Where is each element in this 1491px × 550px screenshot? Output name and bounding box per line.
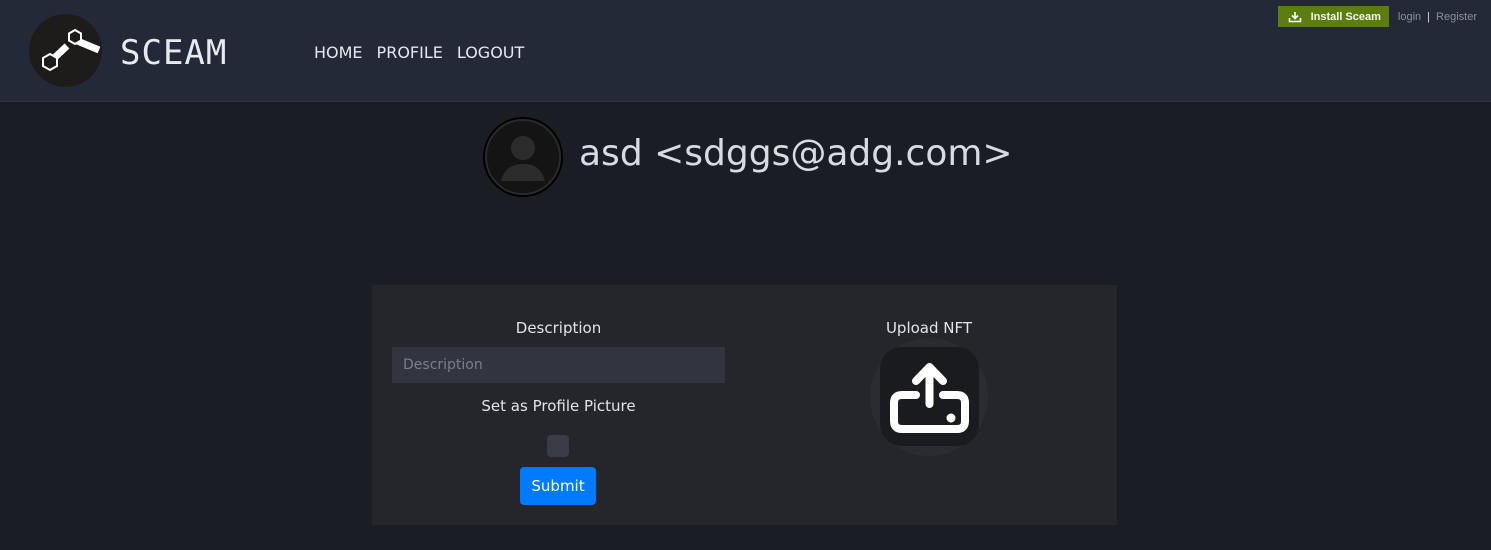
- download-icon: [1288, 11, 1301, 22]
- top-header: SCEAM HOME PROFILE LOGOUT Install Sceam …: [0, 0, 1491, 102]
- upload-nft-label: Upload NFT: [885, 319, 973, 337]
- upload-icon: [880, 347, 979, 446]
- sceam-logo-icon[interactable]: [29, 14, 102, 87]
- account-links: Install Sceam login | Register: [1277, 6, 1477, 27]
- nav-logout[interactable]: LOGOUT: [457, 43, 524, 63]
- install-sceam-button[interactable]: Install Sceam: [1277, 6, 1389, 27]
- link-separator: |: [1427, 10, 1431, 23]
- upload-nft-panel: Description Set as Profile Picture Submi…: [372, 285, 1117, 525]
- upload-nft-button[interactable]: [870, 338, 988, 456]
- register-link[interactable]: Register: [1436, 11, 1477, 23]
- user-avatar-icon: [483, 117, 563, 197]
- description-label: Description: [515, 319, 602, 337]
- profile-picture-label: Set as Profile Picture: [481, 397, 636, 415]
- brand-name[interactable]: SCEAM: [120, 33, 227, 73]
- main-nav: HOME PROFILE LOGOUT: [314, 43, 524, 63]
- profile-picture-checkbox[interactable]: [547, 435, 569, 457]
- nav-home[interactable]: HOME: [314, 43, 363, 63]
- install-label: Install Sceam: [1310, 10, 1381, 23]
- submit-button[interactable]: Submit: [520, 467, 596, 505]
- profile-name: asd <sdggs@adg.com>: [579, 133, 1013, 174]
- nav-profile[interactable]: PROFILE: [377, 43, 443, 63]
- login-link[interactable]: login: [1398, 11, 1421, 23]
- description-input[interactable]: [392, 347, 725, 383]
